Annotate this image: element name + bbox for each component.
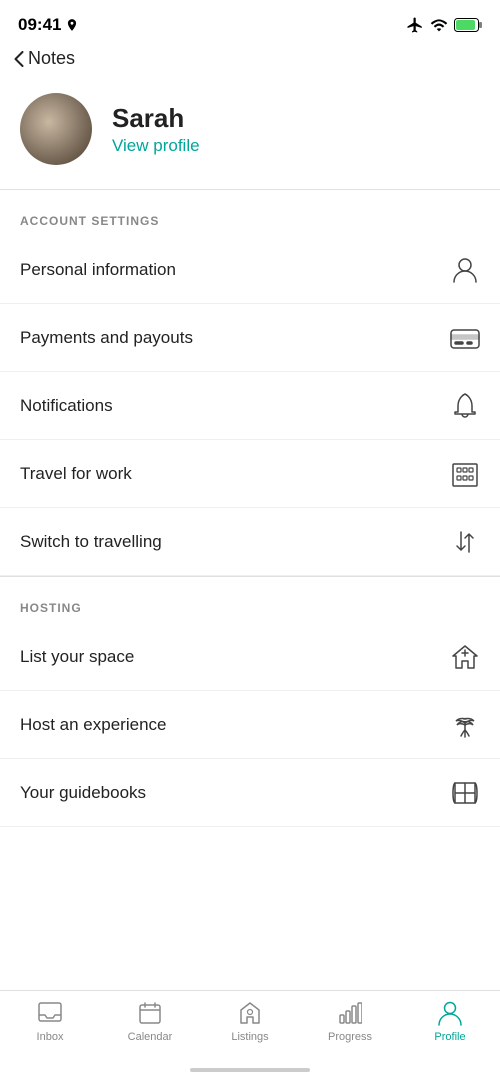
nav-item-inbox[interactable]: Inbox	[0, 999, 100, 1043]
book-icon	[450, 778, 480, 808]
calendar-nav-label: Calendar	[128, 1031, 173, 1043]
travel-for-work-label: Travel for work	[20, 464, 132, 484]
inbox-nav-label: Inbox	[37, 1031, 64, 1043]
profile-name: Sarah	[112, 103, 200, 134]
personal-information-label: Personal information	[20, 260, 176, 280]
list-your-space-label: List your space	[20, 647, 134, 667]
location-icon	[65, 18, 79, 32]
payments-label: Payments and payouts	[20, 328, 193, 348]
hosting-section-label: HOSTING	[0, 577, 500, 623]
status-bar: 09:41	[0, 0, 500, 44]
menu-item-host-experience[interactable]: Host an experience	[0, 691, 500, 759]
wifi-icon	[430, 18, 448, 32]
palm-tree-icon	[450, 710, 480, 740]
host-experience-label: Host an experience	[20, 715, 166, 735]
account-settings-section-label: ACCOUNT SETTINGS	[0, 190, 500, 236]
back-nav[interactable]: Notes	[0, 44, 500, 77]
menu-item-switch-to-travelling[interactable]: Switch to travelling	[0, 508, 500, 576]
menu-item-guidebooks[interactable]: Your guidebooks	[0, 759, 500, 827]
swap-icon	[450, 527, 480, 557]
guidebooks-label: Your guidebooks	[20, 783, 146, 803]
nav-item-profile[interactable]: Profile	[400, 999, 500, 1043]
profile-info: Sarah View profile	[112, 103, 200, 156]
back-icon	[14, 51, 24, 67]
status-icons	[406, 16, 482, 34]
house-plus-icon	[450, 642, 480, 672]
calendar-icon	[136, 999, 164, 1027]
nav-item-listings[interactable]: Listings	[200, 999, 300, 1043]
listings-icon	[236, 999, 264, 1027]
bell-icon	[450, 391, 480, 421]
notifications-label: Notifications	[20, 396, 113, 416]
menu-item-list-your-space[interactable]: List your space	[0, 623, 500, 691]
back-label: Notes	[28, 48, 75, 69]
inbox-icon	[36, 999, 64, 1027]
profile-header: Sarah View profile	[0, 77, 500, 189]
avatar	[20, 93, 92, 165]
progress-icon	[336, 999, 364, 1027]
menu-item-personal-information[interactable]: Personal information	[0, 236, 500, 304]
bottom-nav: Inbox Calendar Listings	[0, 990, 500, 1080]
progress-nav-label: Progress	[328, 1031, 372, 1043]
menu-item-travel-for-work[interactable]: Travel for work	[0, 440, 500, 508]
menu-item-notifications[interactable]: Notifications	[0, 372, 500, 440]
nav-item-progress[interactable]: Progress	[300, 999, 400, 1043]
payments-icon	[450, 323, 480, 353]
building-icon	[450, 459, 480, 489]
listings-nav-label: Listings	[231, 1031, 268, 1043]
home-indicator	[190, 1068, 310, 1072]
nav-item-calendar[interactable]: Calendar	[100, 999, 200, 1043]
profile-nav-label: Profile	[434, 1031, 465, 1043]
profile-nav-icon	[436, 999, 464, 1027]
status-time: 09:41	[18, 15, 79, 35]
airplane-icon	[406, 16, 424, 34]
person-icon	[450, 255, 480, 285]
menu-item-payments[interactable]: Payments and payouts	[0, 304, 500, 372]
view-profile-link[interactable]: View profile	[112, 136, 200, 156]
battery-icon	[454, 18, 482, 32]
switch-to-travelling-label: Switch to travelling	[20, 532, 162, 552]
